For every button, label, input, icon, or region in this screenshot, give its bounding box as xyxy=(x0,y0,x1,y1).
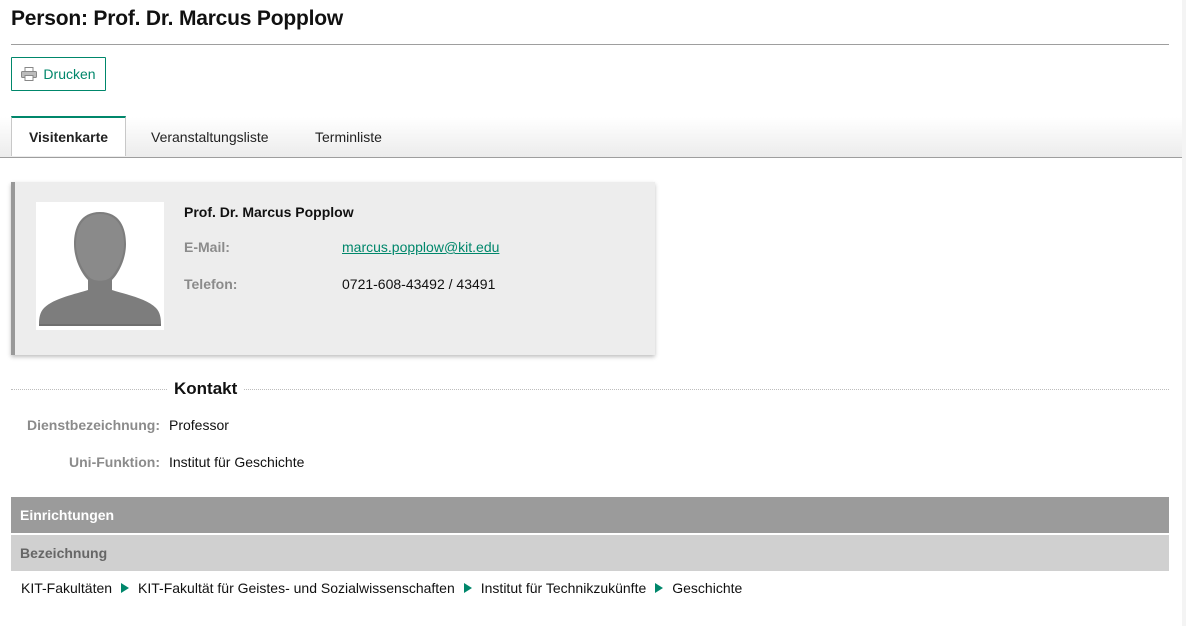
field-value-dienstbezeichnung: Professor xyxy=(169,417,229,433)
arrow-right-icon xyxy=(463,583,472,593)
email-link[interactable]: marcus.popplow@kit.edu xyxy=(342,239,499,255)
field-value-uni-funktion: Institut für Geschichte xyxy=(169,454,305,470)
crumb-institut-technikzukuenfte[interactable]: Institut für Technikzukünfte xyxy=(481,580,647,596)
phone-label: Telefon: xyxy=(184,276,238,292)
page-title: Person: Prof. Dr. Marcus Popplow xyxy=(11,7,343,30)
print-button[interactable]: Drucken xyxy=(11,57,106,91)
title-divider xyxy=(11,44,1169,45)
crumb-kit-fakultaeten[interactable]: KIT-Fakultäten xyxy=(21,580,112,596)
arrow-right-icon xyxy=(655,583,664,593)
print-button-label: Drucken xyxy=(43,66,96,82)
phone-value: 0721-608-43492 / 43491 xyxy=(342,276,496,292)
field-label-uni-funktion: Uni-Funktion: xyxy=(69,454,160,470)
section-title-kontakt: Kontakt xyxy=(168,379,244,399)
card-name: Prof. Dr. Marcus Popplow xyxy=(184,204,354,220)
institutions-column-header[interactable]: Bezeichnung xyxy=(11,535,1169,571)
institution-breadcrumb: KIT-Fakultäten KIT-Fakultät für Geistes-… xyxy=(21,580,742,596)
email-label: E-Mail: xyxy=(184,239,230,255)
crumb-fakultaet-geistes-sozialwissenschaften[interactable]: KIT-Fakultät für Geistes- und Sozialwiss… xyxy=(138,580,455,596)
institutions-header: Einrichtungen xyxy=(11,497,1169,533)
avatar xyxy=(36,202,164,330)
page-edge xyxy=(1182,0,1186,626)
printer-icon xyxy=(21,67,38,81)
tab-bar: Visitenkarte Veranstaltungsliste Terminl… xyxy=(0,116,1186,158)
field-label-dienstbezeichnung: Dienstbezeichnung: xyxy=(26,417,160,433)
crumb-geschichte[interactable]: Geschichte xyxy=(672,580,742,596)
arrow-right-icon xyxy=(121,583,130,593)
person-silhouette-icon xyxy=(36,202,164,330)
tab-terminliste[interactable]: Terminliste xyxy=(315,117,382,157)
business-card: Prof. Dr. Marcus Popplow E-Mail: marcus.… xyxy=(11,182,655,355)
tab-visitenkarte[interactable]: Visitenkarte xyxy=(11,116,126,156)
tab-veranstaltungsliste[interactable]: Veranstaltungsliste xyxy=(151,117,269,157)
